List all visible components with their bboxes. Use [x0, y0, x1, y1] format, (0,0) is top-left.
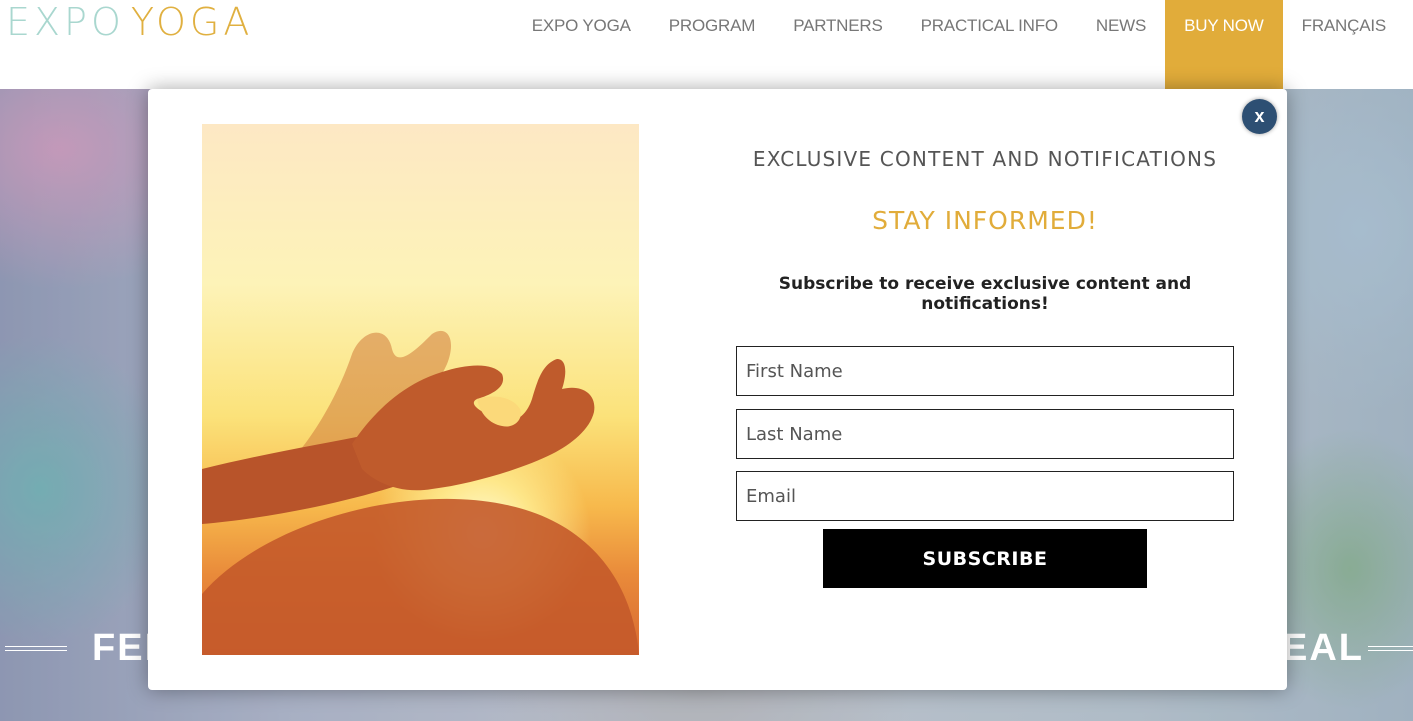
logo-part-yoga: YOGA [130, 0, 254, 44]
nav-item-language[interactable]: FRANÇAIS [1283, 0, 1413, 89]
hero-divider-right [1368, 646, 1413, 651]
hero-divider-left [5, 646, 67, 651]
main-nav: EXPO YOGA PROGRAM PARTNERS PRACTICAL INF… [513, 0, 1413, 89]
site-logo[interactable]: EXPO YOGA [6, 0, 253, 44]
nav-item-practical-info[interactable]: PRACTICAL INFO [902, 0, 1077, 89]
hero-title-fragment-right: EAL [1282, 627, 1364, 669]
meditation-hand-image [202, 124, 639, 655]
nav-item-partners[interactable]: PARTNERS [774, 0, 901, 89]
site-header: EXPO YOGA EXPO YOGA PROGRAM PARTNERS PRAC… [0, 0, 1413, 89]
modal-description: Subscribe to receive exclusive content a… [778, 274, 1192, 314]
subscribe-modal: x EXCLUSIVE CONTENT AND NOTIFICATIONS ST… [148, 89, 1287, 690]
close-icon[interactable]: x [1242, 99, 1277, 134]
nav-item-news[interactable]: NEWS [1077, 0, 1165, 89]
last-name-field[interactable] [736, 409, 1234, 459]
subscribe-button[interactable]: SUBSCRIBE [823, 529, 1147, 588]
nav-item-program[interactable]: PROGRAM [650, 0, 774, 89]
modal-subheading: STAY INFORMED! [872, 206, 1098, 235]
modal-heading: EXCLUSIVE CONTENT AND NOTIFICATIONS [752, 147, 1218, 171]
first-name-field[interactable] [736, 346, 1234, 396]
hand-silhouette [202, 330, 639, 655]
nav-item-buy-now[interactable]: BUY NOW [1165, 0, 1283, 89]
logo-part-expo: EXPO [6, 0, 125, 44]
nav-item-expo-yoga[interactable]: EXPO YOGA [513, 0, 650, 89]
email-field[interactable] [736, 471, 1234, 521]
